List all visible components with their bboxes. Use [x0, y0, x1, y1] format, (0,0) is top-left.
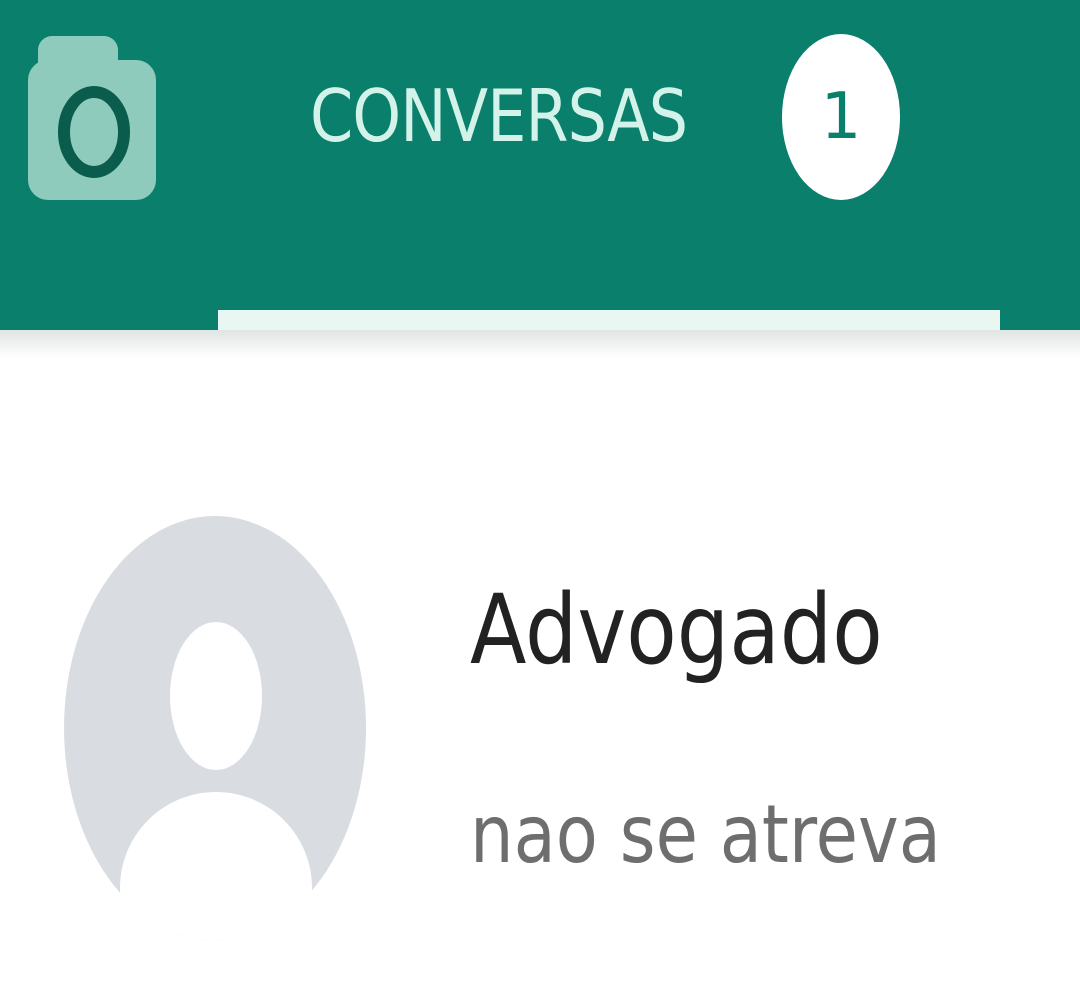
default-avatar-icon	[64, 516, 366, 940]
top-bar: CONVERSAS 1	[0, 0, 1080, 330]
camera-icon	[28, 36, 156, 200]
tab-conversas-label: CONVERSAS	[310, 74, 688, 158]
avatar[interactable]	[64, 516, 366, 940]
chat-list-item[interactable]: Advogado nao se atreva	[0, 470, 1080, 970]
tab-conversas[interactable]: CONVERSAS 1	[218, 0, 1000, 330]
header-shadow	[0, 330, 1080, 358]
camera-tab[interactable]	[28, 36, 156, 200]
selected-tab-indicator	[218, 310, 1000, 330]
last-message-preview: nao se atreva	[470, 788, 941, 881]
app-screen: CONVERSAS 1 Advogado nao se atreva	[0, 0, 1080, 988]
unread-count-badge: 1	[782, 34, 900, 200]
contact-name: Advogado	[470, 574, 883, 686]
